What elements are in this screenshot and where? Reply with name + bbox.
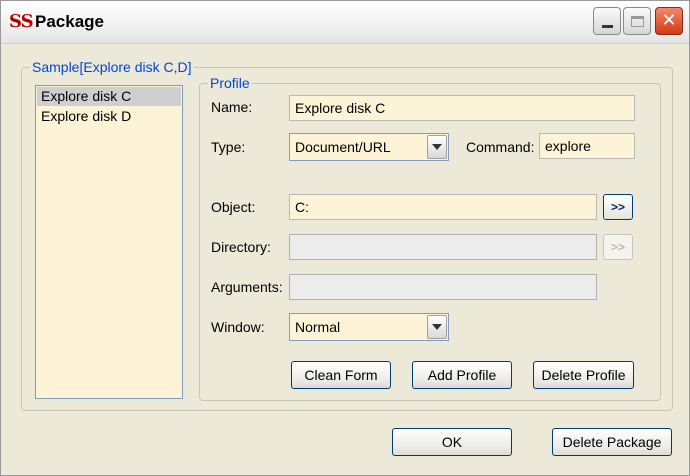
- profile-group-legend: Profile: [210, 75, 250, 91]
- command-label: Command:: [466, 139, 535, 155]
- object-label: Object:: [211, 199, 256, 215]
- type-label: Type:: [211, 139, 246, 155]
- package-dialog: SS Package ✕ Sample[Explore disk C,D] Ex…: [0, 0, 690, 476]
- minimize-button[interactable]: [593, 7, 621, 35]
- list-item[interactable]: Explore disk C: [37, 87, 181, 106]
- list-item[interactable]: Explore disk D: [37, 107, 181, 126]
- minimize-icon: [601, 24, 613, 28]
- list-item-label: Explore disk C: [41, 88, 132, 104]
- arguments-field[interactable]: [289, 274, 597, 300]
- type-select[interactable]: Document/URL: [289, 133, 449, 161]
- object-field[interactable]: C:: [289, 194, 597, 220]
- object-browse-button[interactable]: >>: [603, 194, 633, 220]
- add-profile-button[interactable]: Add Profile: [412, 361, 512, 389]
- directory-label: Directory:: [211, 239, 271, 255]
- type-select-value: Document/URL: [295, 139, 391, 155]
- maximize-icon: [630, 15, 644, 27]
- title-bar[interactable]: SS Package ✕: [1, 1, 689, 44]
- window-select-value: Normal: [295, 319, 341, 335]
- delete-profile-button[interactable]: Delete Profile: [533, 361, 634, 389]
- close-button[interactable]: ✕: [655, 7, 683, 35]
- profile-list[interactable]: Explore disk C Explore disk D: [35, 85, 183, 399]
- arguments-label: Arguments:: [211, 279, 283, 295]
- name-label: Name:: [211, 99, 253, 115]
- chevron-down-icon: [432, 144, 442, 150]
- type-select-arrow[interactable]: [427, 135, 447, 159]
- list-item-label: Explore disk D: [41, 108, 132, 124]
- window-label: Window:: [211, 319, 265, 335]
- app-logo-icon: SS: [9, 11, 34, 32]
- delete-package-button[interactable]: Delete Package: [552, 428, 672, 456]
- window-select-arrow[interactable]: [427, 315, 447, 339]
- directory-browse-button[interactable]: >>: [603, 234, 633, 260]
- clean-form-button[interactable]: Clean Form: [291, 361, 391, 389]
- close-icon: ✕: [661, 10, 677, 31]
- ok-button[interactable]: OK: [392, 428, 512, 456]
- window-select[interactable]: Normal: [289, 313, 449, 341]
- chevron-down-icon: [432, 324, 442, 330]
- package-group-legend: Sample[Explore disk C,D]: [32, 59, 192, 75]
- directory-field[interactable]: [289, 234, 597, 260]
- window-title: Package: [35, 12, 104, 31]
- name-field[interactable]: Explore disk C: [289, 95, 635, 121]
- maximize-button[interactable]: [623, 7, 651, 35]
- command-field[interactable]: explore: [539, 133, 635, 159]
